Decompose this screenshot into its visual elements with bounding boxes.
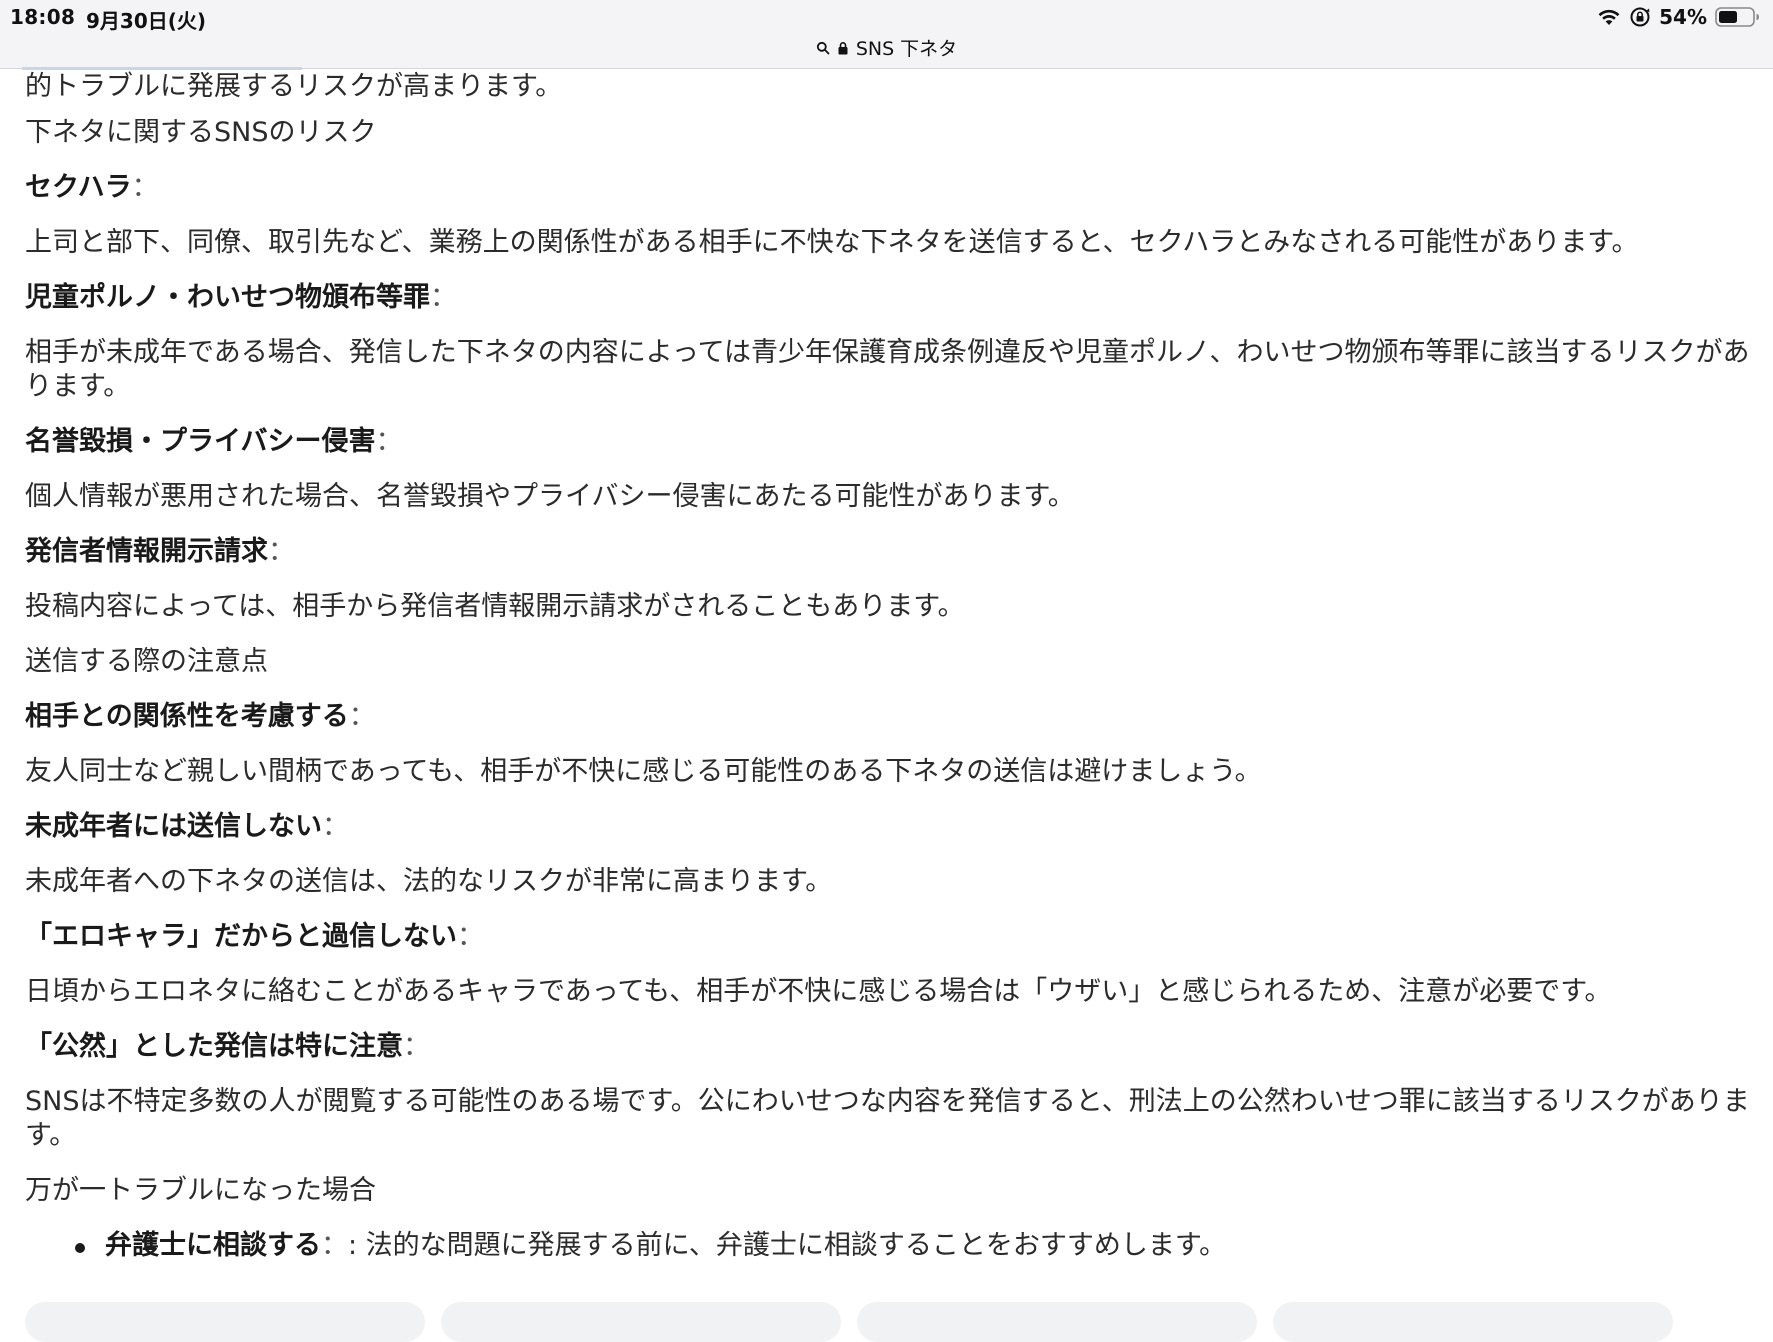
caution-description: 友人同士など親しい間柄であっても、相手が不快に感じる可能性のある下ネタの送信は避… <box>25 756 1262 787</box>
battery-icon <box>1715 7 1759 27</box>
risk-term-separator: ： <box>268 536 295 567</box>
battery-percentage: 54% <box>1659 5 1707 29</box>
trouble-term-separator: ： <box>321 1230 348 1261</box>
risk-term: 発信者情報開示請求 <box>25 536 268 567</box>
risk-description: 投稿内容によっては、相手から発信者情報開示請求がされることもあります。 <box>25 591 965 622</box>
risk-term-separator: ： <box>375 426 403 457</box>
bullet-icon <box>75 1243 85 1253</box>
address-bar[interactable]: SNS 下ネタ <box>0 34 1773 61</box>
wifi-icon <box>1598 9 1620 25</box>
risk-term: セクハラ <box>25 172 132 203</box>
caution-term-separator: ： <box>457 921 484 952</box>
trouble-list: 弁護士に相談する：: 法的な問題に発展する前に、弁護士に相談することをおすすめし… <box>25 1229 1755 1263</box>
list-item: 弁護士に相談する：: 法的な問題に発展する前に、弁護士に相談することをおすすめし… <box>75 1229 1755 1263</box>
risk-term-separator: ： <box>131 172 159 203</box>
risk-term-line: 発信者情報開示請求： <box>25 535 1755 569</box>
intro-tail-text: 的トラブルに発展するリスクが高まります。 <box>25 71 563 102</box>
status-date: 9月30日(火) <box>86 9 207 33</box>
related-card[interactable] <box>857 1302 1257 1342</box>
caution-term-line: 未成年者には送信しない： <box>25 810 1755 844</box>
caution-term: 「公然」とした発信は特に注意 <box>25 1031 403 1062</box>
caution-term-separator: ： <box>322 811 349 842</box>
caution-term: 相手との関係性を考慮する <box>25 701 349 732</box>
caution-description: SNSは不特定多数の人が閲覧する可能性のある場です。公にわいせつな内容を発信する… <box>25 1086 1750 1151</box>
related-cards-row <box>25 1302 1673 1342</box>
trouble-term: 弁護士に相談する <box>105 1230 321 1261</box>
rotation-lock-icon <box>1630 7 1650 27</box>
status-time: 18:08 <box>10 5 76 29</box>
risk-term-line: 児童ポルノ・わいせつ物頒布等罪： <box>25 281 1755 315</box>
risk-term: 児童ポルノ・わいせつ物頒布等罪 <box>25 282 430 313</box>
caution-description: 未成年者への下ネタの送信は、法的なリスクが非常に高まります。 <box>25 866 833 897</box>
article-content: 的トラブルに発展するリスクが高まります。 下ネタに関するSNSのリスク セクハラ… <box>25 70 1755 1263</box>
risk-description: 上司と部下、同僚、取引先など、業務上の関係性がある相手に不快な下ネタを送信すると… <box>25 227 1639 258</box>
risk-description: 個人情報が悪用された場合、名誉毀損やプライバシー侵害にあたる可能性があります。 <box>25 481 1075 512</box>
trouble-description: : 法的な問題に発展する前に、弁護士に相談することをおすすめします。 <box>348 1230 1227 1261</box>
caution-section-heading: 送信する際の注意点 <box>25 646 268 677</box>
browser-top-bar: 18:08 9月30日(火) 54% SNS 下ネタ <box>0 0 1773 70</box>
caution-term-line: 相手との関係性を考慮する： <box>25 700 1755 734</box>
risk-term: 名誉毀損・プライバシー侵害 <box>25 426 376 457</box>
risk-term-separator: ： <box>430 282 457 313</box>
caution-term-line: 「公然」とした発信は特に注意： <box>25 1030 1755 1064</box>
address-query: SNS 下ネタ <box>855 38 958 60</box>
risk-term-line: 名誉毀損・プライバシー侵害： <box>25 425 1755 459</box>
caution-term: 未成年者には送信しない <box>25 811 322 842</box>
related-card[interactable] <box>441 1302 841 1342</box>
caution-term: 「エロキャラ」だからと過信しない <box>25 921 457 952</box>
related-card[interactable] <box>1273 1302 1673 1342</box>
lock-icon <box>838 41 848 54</box>
search-icon <box>816 41 830 54</box>
risk-section-heading: 下ネタに関するSNSのリスク <box>25 117 377 148</box>
caution-term-separator: ： <box>403 1031 430 1062</box>
risk-term-line: セクハラ： <box>25 171 1755 205</box>
risk-description: 相手が未成年である場合、発信した下ネタの内容によっては青少年保護育成条例違反や児… <box>25 337 1750 402</box>
trouble-section-heading: 万が一トラブルになった場合 <box>25 1175 376 1206</box>
caution-term-separator: ： <box>348 701 376 732</box>
related-card[interactable] <box>25 1302 425 1342</box>
caution-term-line: 「エロキャラ」だからと過信しない： <box>25 920 1755 954</box>
caution-description: 日頃からエロネタに絡むことがあるキャラであっても、相手が不快に感じる場合は「ウザ… <box>25 976 1612 1007</box>
status-indicators: 54% <box>1597 4 1761 30</box>
